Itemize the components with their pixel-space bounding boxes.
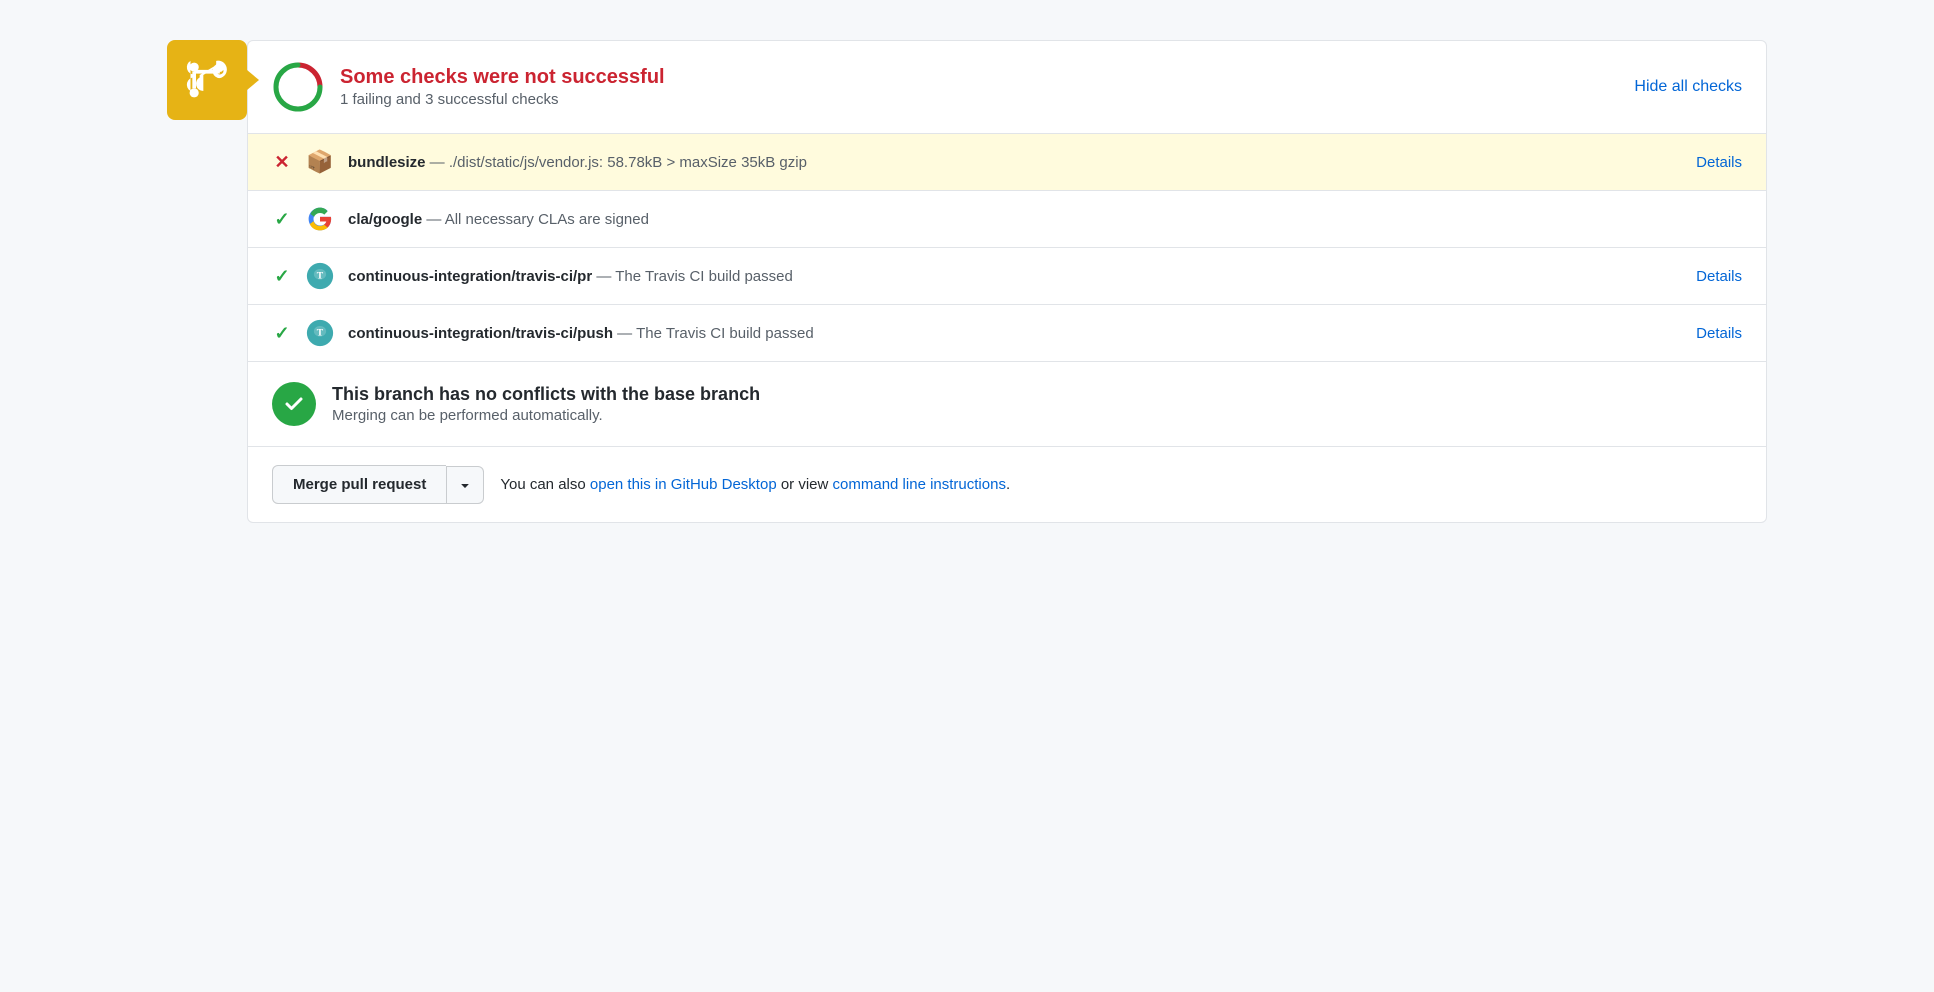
action-bar: Merge pull request You can also open thi… bbox=[248, 447, 1766, 522]
check-details-link-travis-push[interactable]: Details bbox=[1696, 325, 1742, 342]
checkmark-icon: ✓ bbox=[274, 323, 289, 344]
merge-title: This branch has no conflicts with the ba… bbox=[332, 384, 760, 405]
check-logo-bundlesize: 📦 bbox=[306, 148, 334, 176]
check-desc-travis-pr: — The Travis CI build passed bbox=[592, 268, 793, 285]
status-title-group: Some checks were not successful 1 failin… bbox=[340, 66, 665, 108]
check-desc-travis-push: — The Travis CI build passed bbox=[613, 325, 814, 342]
checkmark-icon: ✓ bbox=[274, 209, 289, 230]
check-name-cla-google: cla/google bbox=[348, 211, 422, 228]
merge-section: This branch has no conflicts with the ba… bbox=[248, 362, 1766, 447]
checks-container: ✕ 📦 bundlesize — ./dist/static/js/vendor.j… bbox=[248, 134, 1766, 362]
status-header: Some checks were not successful 1 failin… bbox=[248, 41, 1766, 134]
travis-ci-icon: T bbox=[306, 262, 334, 290]
check-status-icon-bundlesize: ✕ bbox=[272, 152, 292, 173]
check-status-icon-cla-google: ✓ bbox=[272, 209, 292, 230]
travis-ci-icon: T bbox=[306, 319, 334, 347]
status-circle-icon bbox=[272, 61, 324, 113]
chevron-down-icon bbox=[457, 477, 473, 493]
check-row-bundlesize: ✕ 📦 bundlesize — ./dist/static/js/vendor.j… bbox=[248, 134, 1766, 191]
checkmark-icon: ✓ bbox=[274, 266, 289, 287]
check-desc-cla-google: — All necessary CLAs are signed bbox=[422, 211, 649, 228]
check-details-link-travis-pr[interactable]: Details bbox=[1696, 268, 1742, 285]
check-name-travis-push: continuous-integration/travis-ci/push bbox=[348, 325, 613, 342]
check-name-travis-pr: continuous-integration/travis-ci/pr bbox=[348, 268, 592, 285]
check-status-icon-travis-pr: ✓ bbox=[272, 266, 292, 287]
check-status-icon-travis-push: ✓ bbox=[272, 323, 292, 344]
merge-icon-box bbox=[167, 40, 247, 120]
status-subtitle: 1 failing and 3 successful checks bbox=[340, 91, 665, 108]
action-text-prefix: You can also bbox=[500, 476, 590, 493]
check-name-bundlesize: bundlesize bbox=[348, 154, 426, 171]
x-icon: ✕ bbox=[274, 152, 289, 173]
status-title: Some checks were not successful bbox=[340, 66, 665, 89]
merge-icon bbox=[185, 58, 229, 102]
merge-check-circle bbox=[272, 382, 316, 426]
command-line-link[interactable]: command line instructions bbox=[833, 476, 1006, 493]
action-text-middle: or view bbox=[777, 476, 833, 493]
action-text-suffix: . bbox=[1006, 476, 1010, 493]
merge-subtitle: Merging can be performed automatically. bbox=[332, 407, 760, 424]
check-row-travis-push: ✓ T continuous-integration/travis-ci/pus… bbox=[248, 305, 1766, 362]
check-details-link-bundlesize[interactable]: Details bbox=[1696, 154, 1742, 171]
status-panel: Some checks were not successful 1 failin… bbox=[247, 40, 1767, 523]
check-logo-cla-google bbox=[306, 205, 334, 233]
check-text-travis-pr: continuous-integration/travis-ci/pr — Th… bbox=[348, 268, 1682, 285]
github-desktop-link[interactable]: open this in GitHub Desktop bbox=[590, 476, 777, 493]
check-desc-bundlesize: — ./dist/static/js/vendor.js: 58.78kB > … bbox=[426, 154, 807, 171]
merge-text-group: This branch has no conflicts with the ba… bbox=[332, 384, 760, 424]
merge-method-dropdown-button[interactable] bbox=[446, 466, 484, 504]
google-g-icon bbox=[307, 206, 333, 232]
pr-status-container: Some checks were not successful 1 failin… bbox=[167, 40, 1767, 523]
check-text-bundlesize: bundlesize — ./dist/static/js/vendor.js:… bbox=[348, 154, 1682, 171]
hide-all-checks-button[interactable]: Hide all checks bbox=[1634, 78, 1742, 96]
check-logo-travis-pr: T bbox=[306, 262, 334, 290]
action-bar-text: You can also open this in GitHub Desktop… bbox=[500, 476, 1010, 493]
check-text-travis-push: continuous-integration/travis-ci/push — … bbox=[348, 325, 1682, 342]
check-row-travis-pr: ✓ T continuous-integration/travis-ci/pr … bbox=[248, 248, 1766, 305]
check-text-cla-google: cla/google — All necessary CLAs are sign… bbox=[348, 211, 1742, 228]
merge-checkmark-icon bbox=[282, 392, 306, 416]
check-row-cla-google: ✓ cla/google — All necessary CLAs are si… bbox=[248, 191, 1766, 248]
merge-pull-request-button[interactable]: Merge pull request bbox=[272, 465, 446, 504]
status-header-left: Some checks were not successful 1 failin… bbox=[272, 61, 665, 113]
check-logo-travis-push: T bbox=[306, 319, 334, 347]
